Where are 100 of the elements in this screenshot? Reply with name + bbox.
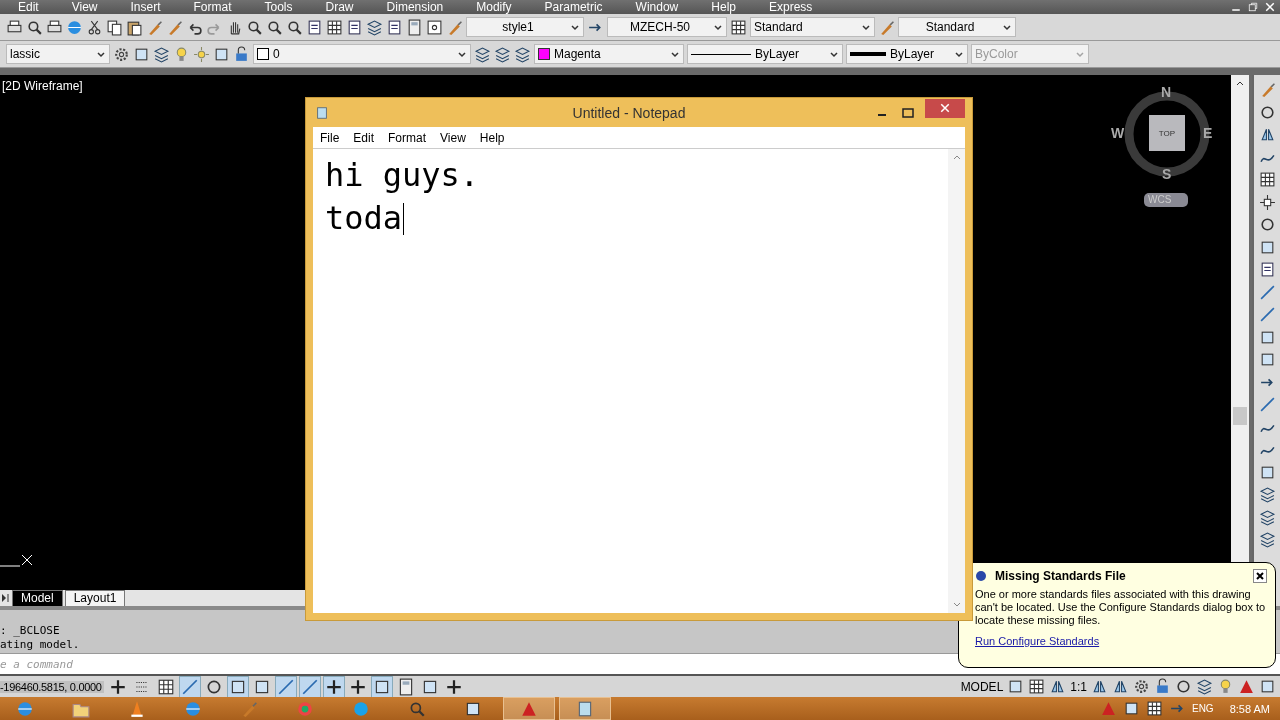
compass-ring[interactable] [1122, 89, 1212, 179]
zoom-icon[interactable] [246, 18, 263, 36]
calculator-icon[interactable] [406, 18, 423, 36]
menu-item[interactable]: Parametric [544, 1, 603, 13]
scrollbar[interactable] [948, 149, 965, 613]
help-icon[interactable] [426, 18, 443, 36]
language-indicator[interactable]: ENG [1191, 703, 1214, 714]
history-line: : _BCLOSE [0, 624, 60, 638]
text-style-dropdown[interactable]: style1 [466, 17, 584, 37]
padlock-icon[interactable] [233, 45, 250, 63]
compass-letter[interactable]: S [1162, 166, 1172, 182]
preview-icon[interactable] [26, 18, 43, 36]
gear-icon[interactable] [113, 45, 130, 63]
line-icon[interactable] [1258, 283, 1276, 301]
circle-icon[interactable] [1258, 103, 1276, 121]
triangle-icon[interactable] [1091, 678, 1108, 695]
menu-item[interactable]: Format [388, 130, 427, 145]
space-toggle[interactable]: MODEL [960, 679, 1004, 694]
menu-item[interactable]: View [440, 130, 466, 145]
compass-letter[interactable]: E [1203, 125, 1213, 141]
menu-item[interactable]: Window [635, 1, 679, 13]
square-icon[interactable] [227, 676, 248, 697]
color-dropdown[interactable]: Magenta [534, 44, 684, 64]
document-icon[interactable] [346, 18, 363, 36]
warning-icon[interactable] [1238, 678, 1255, 695]
menu-item[interactable]: Tools [264, 1, 293, 13]
menu-item[interactable]: Dimension [386, 1, 444, 13]
tab-scroll-icon[interactable] [0, 591, 10, 605]
move-icon[interactable] [1258, 193, 1276, 211]
layers-icon[interactable] [153, 45, 170, 63]
grid-icon[interactable] [326, 18, 343, 36]
scroll-thumb[interactable] [1233, 407, 1247, 425]
menu-item[interactable]: Help [711, 1, 736, 13]
menu-item[interactable]: Insert [130, 1, 161, 13]
text-editor[interactable]: hi guys. toda [313, 148, 965, 613]
line-icon[interactable] [299, 676, 320, 697]
table-style-dropdown[interactable]: Standard [750, 17, 875, 37]
menu-item[interactable]: Draw [325, 1, 354, 13]
document-icon[interactable] [306, 18, 323, 36]
restore-icon[interactable] [1246, 1, 1260, 13]
menu-item[interactable]: File [320, 130, 340, 145]
grid-icon[interactable] [1145, 700, 1163, 717]
circle-icon[interactable] [1175, 678, 1192, 695]
scroll-down-icon[interactable] [951, 601, 962, 609]
sun-icon[interactable] [193, 45, 210, 63]
history-line: ating model. [0, 638, 80, 652]
square-icon[interactable] [371, 676, 392, 697]
globe-icon [16, 699, 34, 718]
layers-icon[interactable] [494, 45, 511, 63]
grid-icon[interactable] [1028, 678, 1046, 695]
menu-item[interactable]: Express [769, 1, 813, 13]
menu-item[interactable]: Edit [353, 130, 375, 145]
notification-title: Missing Standards File [995, 569, 1127, 583]
line-icon[interactable] [1258, 306, 1276, 323]
circle-icon[interactable] [1258, 216, 1276, 233]
lineweight-dropdown[interactable]: ByLayer [846, 44, 968, 64]
workspace-dropdown[interactable]: lassic [6, 44, 110, 64]
viewcube-face[interactable]: TOP [1149, 115, 1185, 151]
copy-icon[interactable] [106, 18, 123, 36]
padlock-icon[interactable] [1154, 678, 1171, 695]
compass-letter[interactable]: N [1161, 84, 1172, 100]
layers-icon[interactable] [1258, 486, 1276, 503]
document-icon[interactable] [386, 18, 403, 36]
dimension-style-dropdown[interactable]: MZECH-50 [607, 17, 727, 37]
menu-item[interactable]: Modify [476, 1, 512, 13]
taskbar-button[interactable] [560, 698, 610, 719]
close-icon[interactable] [1253, 569, 1267, 583]
layers-icon[interactable] [366, 18, 383, 36]
grid-icon[interactable] [1258, 171, 1276, 188]
viewport-label[interactable]: [2D Wireframe] [2, 79, 83, 93]
layers-icon[interactable] [1196, 678, 1213, 695]
linetype-dropdown[interactable]: ByLayer [687, 44, 843, 64]
layers-icon[interactable] [514, 45, 531, 63]
compass-letter[interactable]: W [1111, 125, 1125, 141]
multileader-style-dropdown[interactable]: Standard [898, 17, 1016, 37]
annotation-scale[interactable]: 1:1 [1070, 679, 1087, 694]
zoom-icon[interactable] [266, 18, 283, 36]
clock[interactable]: 8:58 AM [1229, 702, 1270, 715]
menu-item[interactable]: Help [479, 130, 505, 145]
menu-item[interactable]: Format [193, 1, 232, 13]
triangle-icon[interactable] [1112, 678, 1129, 695]
menu-item[interactable]: View [71, 1, 98, 13]
zoom-icon[interactable] [286, 18, 303, 36]
layout-tab[interactable]: Model [12, 590, 63, 606]
layer-dropdown[interactable]: 0 [253, 44, 471, 64]
layers-icon[interactable] [1258, 531, 1276, 548]
crosshair-icon[interactable] [323, 676, 344, 697]
scroll-up-icon[interactable] [1235, 79, 1245, 87]
layout-tab[interactable]: Layout1 [64, 590, 126, 606]
close-icon[interactable] [1263, 1, 1277, 13]
close-button[interactable] [925, 98, 965, 118]
line-icon[interactable] [1258, 396, 1276, 413]
scissors-icon[interactable] [86, 18, 103, 36]
gear-icon[interactable] [1133, 678, 1150, 695]
table-style-icon[interactable] [730, 18, 747, 36]
configure-standards-link[interactable]: Run Configure Standards [975, 635, 1100, 647]
window-icon[interactable] [1259, 678, 1276, 695]
layers-icon[interactable] [1258, 508, 1276, 526]
menu-item[interactable]: Edit [18, 1, 39, 13]
layers-icon[interactable] [474, 45, 491, 63]
